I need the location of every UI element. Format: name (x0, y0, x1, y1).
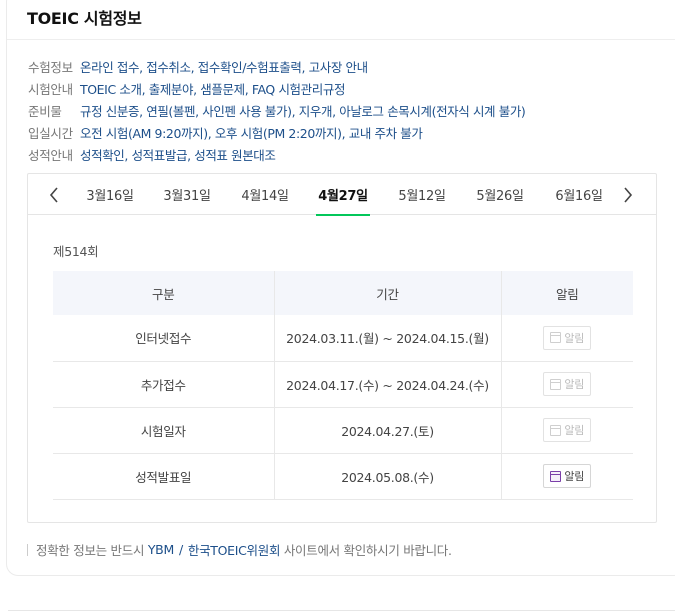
link-exam-rules[interactable]: 시험관리규정 (278, 82, 345, 97)
alarm-label: 알림 (564, 424, 585, 437)
link-sample-questions[interactable]: 샘플문제 (200, 82, 245, 97)
date-tab[interactable]: 6월16일 (555, 174, 603, 215)
date-tab[interactable]: 4월14일 (241, 174, 289, 215)
info-row-score: 성적안내 성적확인, 성적표발급, 성적표 원본대조 (28, 143, 668, 165)
alarm-label: 알림 (564, 331, 585, 345)
link-toeic-intro[interactable]: TOEIC 소개 (80, 82, 142, 97)
notice-prefix: 정확한 정보는 반드시 (36, 543, 145, 558)
calendar-icon (550, 424, 562, 436)
info-section: 수험정보 온라인 접수, 접수취소, 접수확인/수험표출력, 고사장 안내 시험… (28, 55, 668, 165)
info-links: 성적확인, 성적표발급, 성적표 원본대조 (80, 147, 276, 163)
header-period: 기간 (273, 271, 502, 315)
link-score-report[interactable]: 성적표발급 (132, 148, 188, 163)
alarm-button[interactable]: 알림 (543, 418, 592, 442)
info-label: 입실시간 (28, 125, 73, 141)
schedule-table: 구분 기간 알림 인터넷접수 2024.03.11.(월) ~ 2024.04.… (53, 271, 633, 500)
row-category: 추가접수 (53, 361, 274, 408)
link-eraser[interactable]: 지우개 (299, 104, 333, 119)
info-links: 오전 시험(AM 9:20까지), 오후 시험(PM 2:20까지), 교내 주… (80, 125, 423, 141)
link-test-center[interactable]: 고사장 안내 (309, 60, 368, 75)
link-confirm-registration[interactable]: 접수확인/수험표출력 (198, 60, 302, 75)
table-header-row: 구분 기간 알림 (53, 271, 633, 315)
table-row: 성적발표일 2024.05.08.(수) 알림 (53, 453, 633, 500)
info-row-supplies: 준비물 규정 신분증, 연필(볼펜, 사인펜 사용 불가), 지우개, 아날로그… (28, 99, 668, 121)
link-id-rules[interactable]: 규정 신분증 (80, 104, 139, 119)
row-alarm-cell: 알림 (501, 453, 633, 500)
row-category: 시험일자 (53, 407, 274, 454)
info-row-exam-guide: 시험안내 TOEIC 소개, 출제분야, 샘플문제, FAQ 시험관리규정 (28, 77, 668, 99)
calendar-icon (550, 378, 562, 390)
date-tab[interactable]: 3월31일 (163, 174, 211, 215)
header-alarm: 알림 (501, 271, 633, 315)
notice-suffix: 사이트에서 확인하시기 바랍니다. (283, 543, 452, 558)
date-tab[interactable]: 3월16일 (86, 174, 134, 215)
card-title: TOEIC 시험정보 (27, 9, 142, 28)
info-label: 성적안내 (28, 147, 73, 163)
row-period: 2024.04.17.(수) ~ 2024.04.24.(수) (273, 361, 502, 408)
row-category: 성적발표일 (53, 453, 274, 500)
row-alarm-cell: 알림 (501, 361, 633, 408)
row-period: 2024.05.08.(수) (273, 453, 502, 500)
row-alarm-cell: 알림 (501, 407, 633, 454)
info-row-entry-time: 입실시간 오전 시험(AM 9:20까지), 오후 시험(PM 2:20까지),… (28, 121, 668, 143)
link-score-check[interactable]: 성적확인 (80, 148, 125, 163)
link-morning-exam[interactable]: 오전 시험(AM 9:20까지) (80, 126, 208, 141)
table-row: 인터넷접수 2024.03.11.(월) ~ 2024.04.15.(월) 알림 (53, 315, 633, 362)
link-cancel-registration[interactable]: 접수취소 (146, 60, 191, 75)
link-faq[interactable]: FAQ (252, 82, 275, 97)
alarm-button[interactable]: 알림 (543, 464, 592, 488)
alarm-button[interactable]: 알림 (543, 325, 592, 350)
chevron-right-icon[interactable] (608, 174, 648, 215)
link-no-parking[interactable]: 교내 주차 불가 (349, 126, 423, 141)
alarm-label: 알림 (564, 378, 585, 391)
link-toeic-committee[interactable]: 한국TOEIC위원회 (188, 540, 281, 559)
round-label: 제514회 (53, 244, 99, 259)
info-label: 준비물 (28, 103, 62, 119)
date-tab-active[interactable]: 4월27일 (316, 174, 370, 216)
link-online-registration[interactable]: 온라인 접수 (80, 60, 139, 75)
row-alarm-cell: 알림 (501, 315, 633, 362)
calendar-icon (550, 470, 562, 482)
notice-slash: / (178, 542, 183, 557)
schedule-panel: 3월16일 3월31일 4월14일 4월27일 5월12일 5월26일 6월16… (27, 173, 657, 523)
alarm-button[interactable]: 알림 (543, 372, 592, 396)
info-links: 온라인 접수, 접수취소, 접수확인/수험표출력, 고사장 안내 (80, 59, 368, 75)
bottom-divider (8, 610, 675, 611)
link-afternoon-exam[interactable]: 오후 시험(PM 2:20까지) (215, 126, 342, 141)
table-row: 시험일자 2024.04.27.(토) 알림 (53, 407, 633, 454)
header-category: 구분 (53, 271, 274, 315)
info-links: TOEIC 소개, 출제분야, 샘플문제, FAQ 시험관리규정 (80, 81, 346, 97)
table-row: 추가접수 2024.04.17.(수) ~ 2024.04.24.(수) 알림 (53, 361, 633, 408)
notice-divider (27, 543, 28, 556)
date-tabs: 3월16일 3월31일 4월14일 4월27일 5월12일 5월26일 6월16… (28, 174, 656, 216)
info-row-exam-info: 수험정보 온라인 접수, 접수취소, 접수확인/수험표출력, 고사장 안내 (28, 55, 668, 77)
link-score-verify[interactable]: 성적표 원본대조 (194, 148, 276, 163)
date-tab[interactable]: 5월26일 (476, 174, 524, 215)
row-period: 2024.04.27.(토) (273, 407, 502, 454)
chevron-left-icon[interactable] (34, 174, 74, 215)
link-question-areas[interactable]: 출제분야 (149, 82, 194, 97)
info-links: 규정 신분증, 연필(볼펜, 사인펜 사용 불가), 지우개, 아날로그 손목시… (80, 103, 526, 119)
title-divider (7, 39, 675, 40)
link-watch[interactable]: 아날로그 손목시계(전자식 시계 불가) (339, 104, 526, 119)
calendar-icon (550, 332, 562, 344)
info-label: 시험안내 (28, 81, 73, 97)
row-category: 인터넷접수 (53, 315, 274, 362)
info-label: 수험정보 (28, 59, 73, 75)
alarm-label: 알림 (564, 470, 585, 483)
link-pencil[interactable]: 연필(볼펜, 사인펜 사용 불가) (146, 104, 292, 119)
notice-text: 정확한 정보는 반드시 YBM / 한국TOEIC위원회 사이트에서 확인하시기 바… (27, 540, 452, 559)
row-period: 2024.03.11.(월) ~ 2024.04.15.(월) (273, 315, 502, 362)
date-tab[interactable]: 5월12일 (398, 174, 446, 215)
link-ybm[interactable]: YBM (148, 542, 174, 557)
